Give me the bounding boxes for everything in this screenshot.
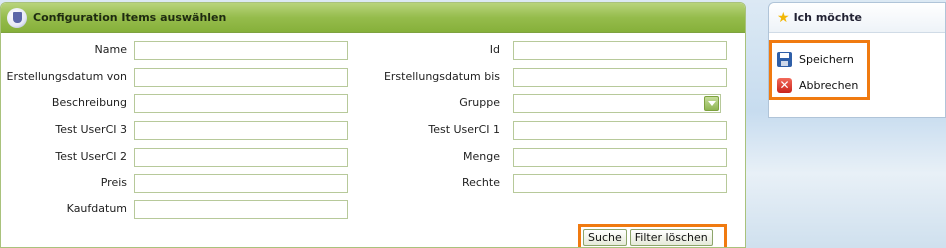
- rights-label: Rechte: [461, 176, 500, 189]
- description-label: Beschreibung: [51, 96, 127, 109]
- purchase-date-label: Kaufdatum: [66, 202, 127, 215]
- test-userci2-input[interactable]: [134, 148, 348, 167]
- actions-header: ★ Ich möchte: [769, 3, 945, 33]
- name-label: Name: [94, 43, 127, 56]
- purchase-date-input[interactable]: [134, 200, 348, 219]
- id-input[interactable]: [513, 41, 727, 60]
- actions-panel: ★ Ich möchte Speichern ✕ Abbrechen: [768, 2, 946, 118]
- test-userci1-label: Test UserCI 1: [428, 123, 500, 136]
- save-icon: [777, 51, 792, 67]
- actions-list: Speichern ✕ Abbrechen: [769, 40, 870, 100]
- filter-button-group: Suche Filter löschen: [578, 224, 727, 247]
- search-button[interactable]: Suche: [583, 229, 627, 246]
- test-userci3-label: Test UserCI 3: [55, 123, 127, 136]
- quantity-label: Menge: [463, 150, 500, 163]
- clear-filter-button[interactable]: Filter löschen: [629, 229, 713, 246]
- rights-input[interactable]: [513, 174, 727, 193]
- description-input[interactable]: [134, 94, 348, 113]
- created-from-input[interactable]: [134, 68, 348, 87]
- cancel-action[interactable]: ✕ Abbrechen: [772, 72, 867, 98]
- panel-header: Configuration Items auswählen: [1, 3, 745, 33]
- created-to-input[interactable]: [513, 68, 727, 87]
- save-action[interactable]: Speichern: [772, 46, 867, 72]
- save-label: Speichern: [799, 52, 854, 66]
- actions-title: Ich möchte: [793, 11, 862, 24]
- star-icon: ★: [777, 9, 790, 26]
- test-userci3-input[interactable]: [134, 121, 348, 140]
- config-items-panel: Configuration Items auswählen Name Id Er…: [0, 2, 746, 248]
- cancel-icon: ✕: [777, 77, 792, 93]
- created-from-label: Erstellungsdatum von: [6, 70, 127, 83]
- group-select[interactable]: [513, 94, 721, 113]
- chevron-down-icon[interactable]: [704, 96, 719, 111]
- group-label: Gruppe: [459, 96, 500, 109]
- price-label: Preis: [100, 176, 127, 189]
- quantity-input[interactable]: [513, 148, 727, 167]
- created-to-label: Erstellungsdatum bis: [383, 70, 500, 83]
- test-userci1-input[interactable]: [513, 121, 727, 140]
- config-items-icon: [7, 7, 27, 28]
- test-userci2-label: Test UserCI 2: [55, 150, 127, 163]
- name-input[interactable]: [134, 41, 348, 60]
- cancel-label: Abbrechen: [799, 78, 859, 92]
- price-input[interactable]: [134, 174, 348, 193]
- panel-title: Configuration Items auswählen: [33, 11, 227, 24]
- id-label: Id: [489, 43, 500, 56]
